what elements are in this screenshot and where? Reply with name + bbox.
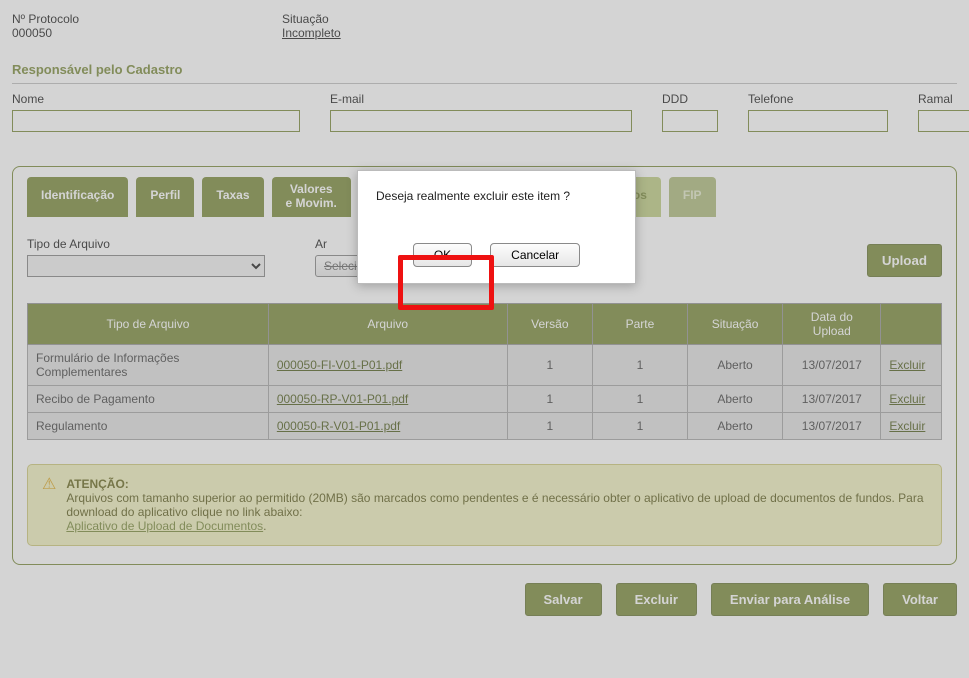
dialog-ok-button[interactable]: OK <box>413 243 472 267</box>
dialog-message: Deseja realmente excluir este item ? <box>376 189 617 203</box>
confirm-dialog: Deseja realmente excluir este item ? OK … <box>357 170 636 284</box>
dialog-cancelar-button[interactable]: Cancelar <box>490 243 580 267</box>
modal-overlay <box>0 0 969 678</box>
